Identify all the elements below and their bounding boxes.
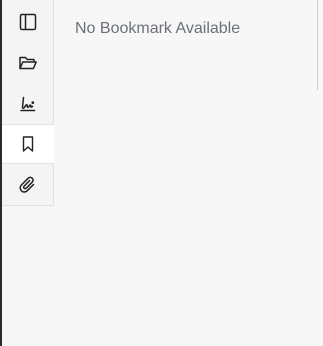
viewer-window: No Bookmark Available xyxy=(0,0,323,346)
paperclip-icon xyxy=(18,175,38,195)
bookmark-icon xyxy=(18,134,38,154)
sidebar-toggle-button[interactable] xyxy=(2,2,53,42)
signature-icon xyxy=(18,94,38,114)
folder-open-icon xyxy=(18,53,38,73)
no-bookmark-message: No Bookmark Available xyxy=(75,20,241,37)
attachments-button[interactable] xyxy=(2,165,53,205)
open-file-button[interactable] xyxy=(2,43,53,83)
sidebar-rail xyxy=(2,0,54,206)
signature-button[interactable] xyxy=(2,84,53,124)
sidebar-panel-icon xyxy=(18,12,38,32)
panel-right-edge xyxy=(317,0,318,90)
bookmarks-button[interactable] xyxy=(2,124,54,164)
bookmark-panel: No Bookmark Available xyxy=(55,0,317,346)
